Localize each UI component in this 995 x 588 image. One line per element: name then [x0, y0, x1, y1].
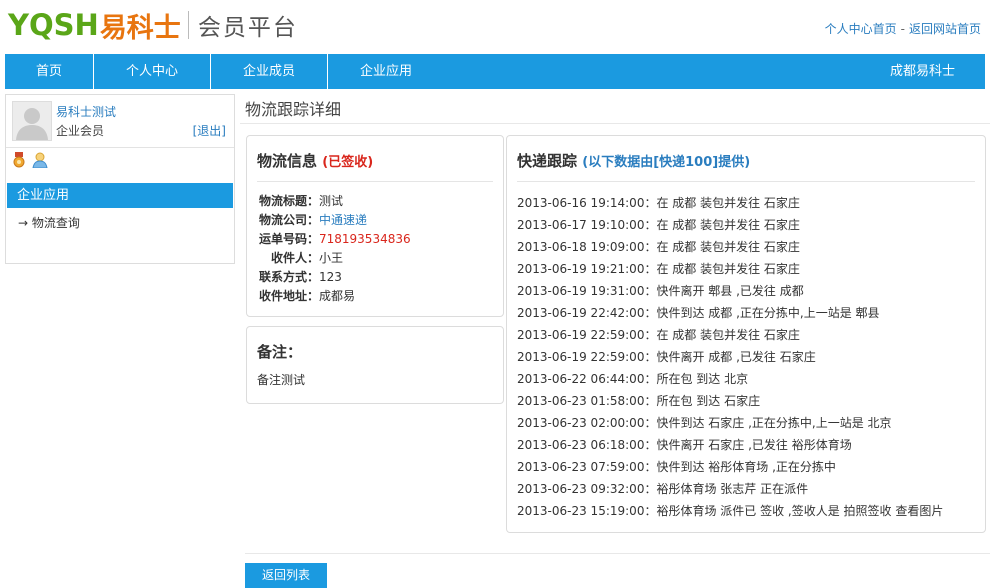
tracking-row: 2013-06-19 19:31:00：快件离开 郫县 ,已发往 成都 — [517, 284, 804, 298]
card-divider — [517, 181, 975, 182]
info-row-tracking-number: 运单号码：718193534836 — [257, 230, 411, 249]
platform-title: 会员平台 — [197, 15, 298, 41]
nav-item-enterprise-members[interactable]: 企业成员 — [211, 54, 328, 89]
tracking-list: 2013-06-16 19:14:00：在 成都 装包并发往 石家庄 2013-… — [517, 192, 943, 522]
remark-title: 备注： — [257, 343, 303, 361]
tracking-row: 2013-06-17 19:10:00：在 成都 装包并发往 石家庄 — [517, 218, 800, 232]
info-label: 联系方式： — [258, 270, 319, 284]
user-box: 易科士测试 企业会员 [退出] — [6, 95, 234, 148]
page-title: 物流跟踪详细 — [245, 100, 342, 119]
logout-link[interactable]: [退出] — [193, 122, 226, 139]
logistics-info-rows: 物流标题：测试 物流公司：中通速递 运单号码：718193534836 收件人：… — [257, 192, 411, 306]
tracking-row: 2013-06-18 19:09:00：在 成都 装包并发往 石家庄 — [517, 240, 800, 254]
footer-divider — [245, 553, 990, 554]
company-name: 成都易科士 — [889, 64, 955, 79]
link-member-home[interactable]: 个人中心首页 — [825, 22, 897, 36]
logo-text-en: YQSH — [8, 8, 99, 42]
info-value: 成都易 — [319, 289, 356, 303]
tracking-row: 2013-06-23 06:18:00：快件离开 石家庄 ,已发往 裕彤体育场 — [517, 438, 852, 452]
info-row-contact: 联系方式：123 — [257, 268, 411, 287]
tracking-row: 2013-06-19 22:59:00：在 成都 装包并发往 石家庄 — [517, 328, 800, 342]
tracking-row: 2013-06-23 07:59:00：快件到达 裕彤体育场 ,正在分拣中 — [517, 460, 836, 474]
link-separator: - — [900, 22, 905, 36]
tracking-title: 快递跟踪 — [517, 152, 578, 170]
tracking-row: 2013-06-23 15:19:00：裕彤体育场 派件已 签收 ,签收人是 拍… — [517, 504, 944, 518]
badge-row — [12, 152, 48, 171]
tracking-number: 718193534836 — [319, 232, 411, 246]
logo-text-cn: 易科士 — [99, 12, 181, 44]
person-icon[interactable] — [32, 152, 48, 171]
user-avatar-icon — [12, 101, 52, 141]
info-label: 收件地址： — [258, 289, 319, 303]
main-nav: 首页 个人中心 企业成员 企业应用 成都易科士 — [5, 54, 985, 89]
user-type: 企业会员 — [56, 124, 105, 138]
tracking-row: 2013-06-22 06:44:00：所在包 到达 北京 — [517, 372, 749, 386]
nav-item-home[interactable]: 首页 — [5, 54, 94, 89]
tracking-heading: 快递跟踪 (以下数据由[快递100]提供) — [517, 150, 750, 171]
tracking-row: 2013-06-23 01:58:00：所在包 到达 石家庄 — [517, 394, 761, 408]
logistics-info-card: 物流信息 (已签收) 物流标题：测试 物流公司：中通速递 运单号码：718193… — [246, 135, 504, 317]
sidebar-item-logistics-query[interactable]: → 物流查询 — [18, 214, 80, 231]
tracking-row: 2013-06-23 02:00:00：快件到达 石家庄 ,正在分拣中,上一站是… — [517, 416, 892, 430]
site-logo[interactable]: YQSH 易科士 会员平台 — [8, 6, 298, 44]
tracking-row: 2013-06-23 09:32:00：裕彤体育场 张志芹 正在派件 — [517, 482, 809, 496]
remark-content: 备注测试 — [257, 373, 306, 387]
sidebar: 易科士测试 企业会员 [退出] 企业应用 → 物流查询 — [5, 94, 235, 264]
header: YQSH 易科士 会员平台 个人中心首页 - 返回网站首页 — [0, 0, 995, 54]
top-links: 个人中心首页 - 返回网站首页 — [825, 20, 981, 37]
tracking-card: 快递跟踪 (以下数据由[快递100]提供) 2013-06-16 19:14:0… — [506, 135, 986, 533]
logo-divider — [187, 11, 189, 39]
info-value: 123 — [319, 270, 342, 284]
tracking-row: 2013-06-19 22:59:00：快件离开 成都 ,已发往 石家庄 — [517, 350, 816, 364]
tracking-source-note: (以下数据由[快递100]提供) — [582, 155, 751, 170]
info-value: 小王 — [319, 251, 344, 265]
remark-card: 备注： 备注测试 — [246, 326, 504, 404]
info-label: 物流公司： — [258, 213, 319, 227]
info-row-address: 收件地址：成都易 — [257, 287, 411, 306]
nav-item-enterprise-apps[interactable]: 企业应用 — [328, 54, 444, 89]
sidebar-section-title: 企业应用 — [7, 183, 233, 208]
info-row-title: 物流标题：测试 — [257, 192, 411, 211]
medal-icon[interactable] — [12, 152, 26, 171]
tracking-row: 2013-06-19 19:21:00：在 成都 装包并发往 石家庄 — [517, 262, 800, 276]
info-label: 运单号码： — [258, 232, 319, 246]
info-row-recipient: 收件人：小王 — [257, 249, 411, 268]
title-divider — [240, 123, 990, 124]
info-value: 测试 — [319, 194, 344, 208]
info-label: 物流标题： — [258, 194, 319, 208]
logistics-info-title: 物流信息 — [257, 152, 318, 170]
tracking-row: 2013-06-19 22:42:00：快件到达 成都 ,正在分拣中,上一站是 … — [517, 306, 880, 320]
logistics-info-heading: 物流信息 (已签收) — [257, 150, 373, 171]
username-link[interactable]: 易科士测试 — [56, 103, 116, 120]
back-to-list-button[interactable]: 返回列表 — [245, 563, 327, 588]
info-label: 收件人： — [270, 251, 319, 265]
status-badge: (已签收) — [322, 155, 374, 170]
tracking-row: 2013-06-16 19:14:00：在 成都 装包并发往 石家庄 — [517, 196, 800, 210]
link-site-home[interactable]: 返回网站首页 — [909, 22, 981, 36]
info-row-company: 物流公司：中通速递 — [257, 211, 411, 230]
nav-item-personal-center[interactable]: 个人中心 — [94, 54, 211, 89]
courier-company-link[interactable]: 中通速递 — [319, 213, 367, 227]
card-divider — [257, 181, 493, 182]
